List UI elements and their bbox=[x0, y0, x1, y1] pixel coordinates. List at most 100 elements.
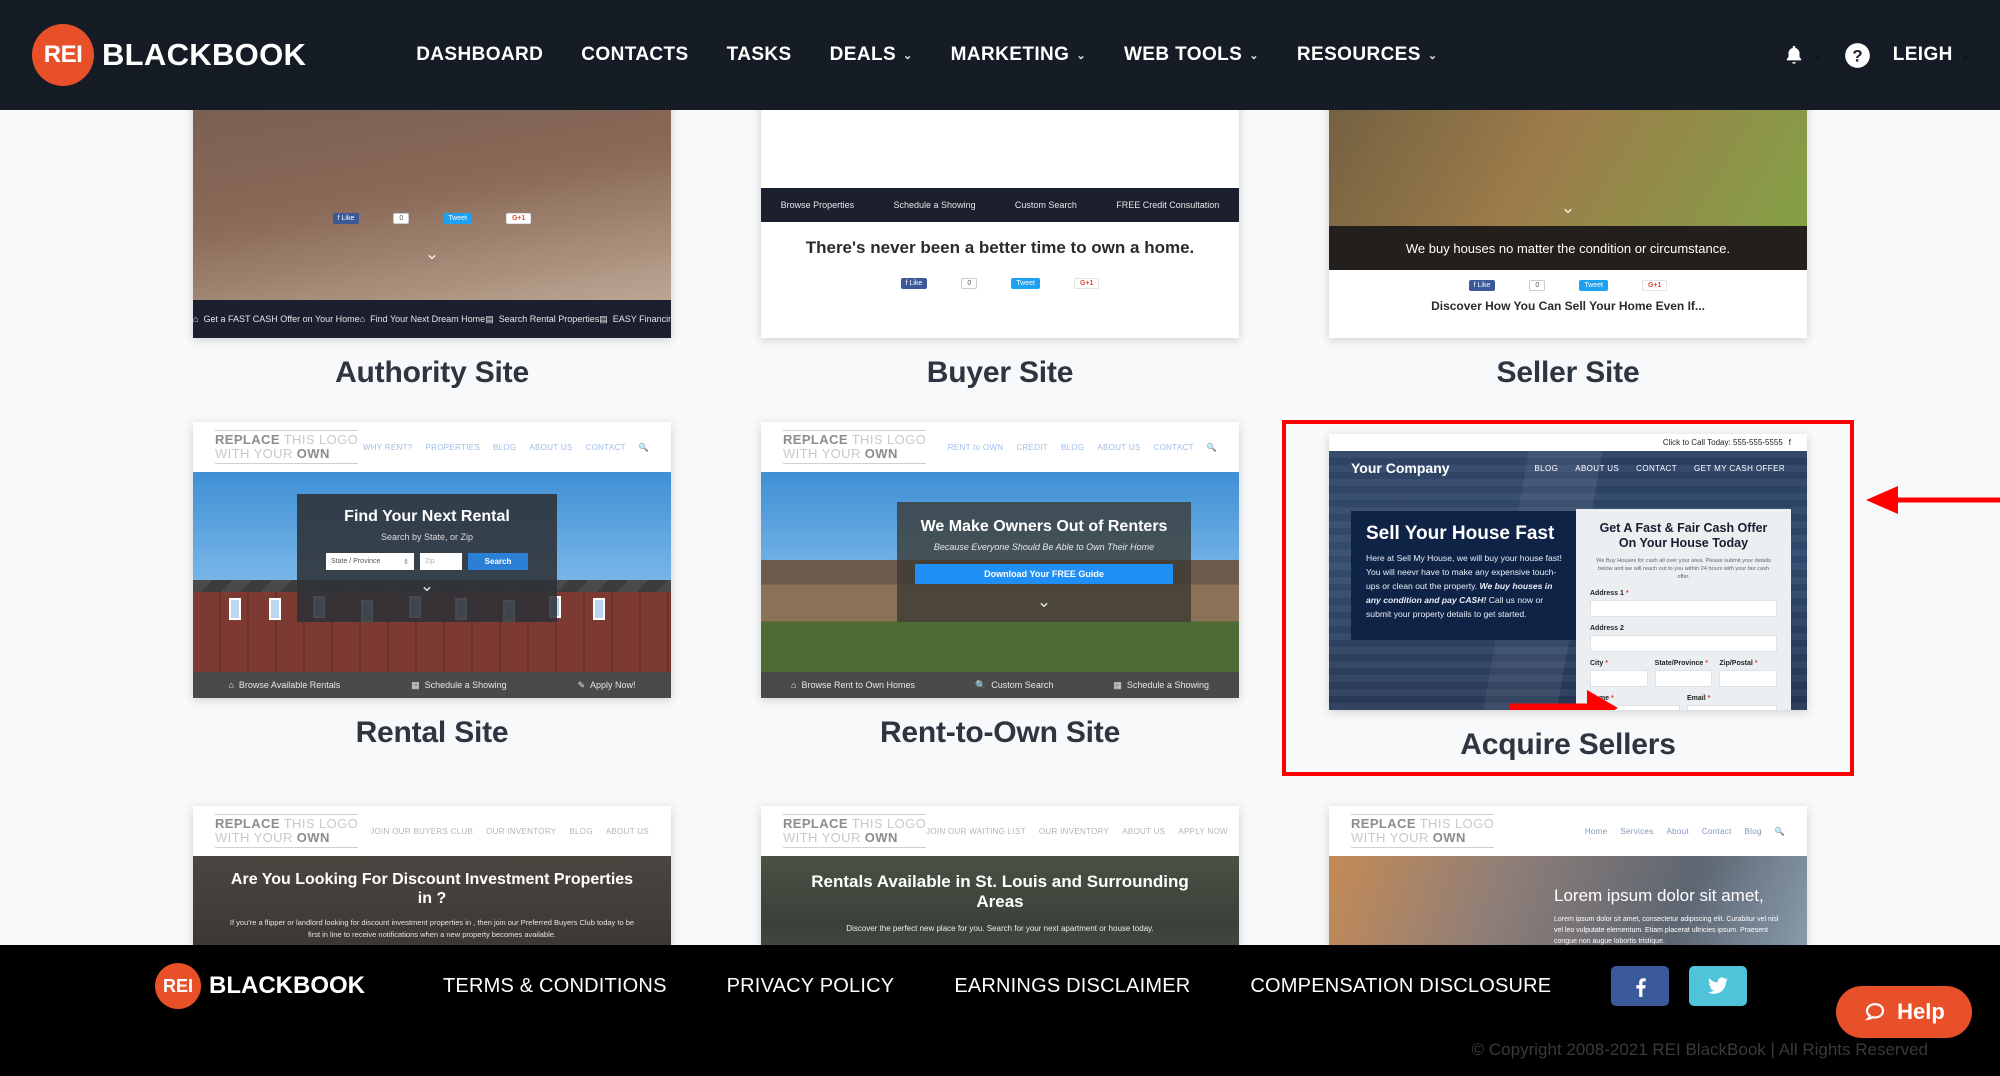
facebook-icon[interactable]: f bbox=[1789, 438, 1791, 447]
facebook-like-chip[interactable]: f Like bbox=[900, 278, 928, 289]
notifications-button[interactable]: ⌄ bbox=[1783, 43, 1822, 67]
click-to-call-text[interactable]: Click to Call Today: 555-555-5555 bbox=[1663, 438, 1783, 447]
site-card-seller[interactable]: ⌄ We buy houses no matter the condition … bbox=[1284, 110, 1852, 390]
nav-item[interactable]: ABOUT US bbox=[1575, 464, 1619, 473]
nav-item[interactable]: Blog bbox=[1745, 827, 1762, 836]
site-card-buyers-club[interactable]: REPLACE THIS LOGO WITH YOUR OWN JOIN OUR… bbox=[148, 806, 716, 945]
nav-item[interactable]: CONTACT bbox=[586, 443, 626, 452]
zip-input[interactable] bbox=[1719, 669, 1778, 687]
brand-logo[interactable]: REI BLACKBOOK bbox=[32, 24, 306, 86]
site-preview-rental[interactable]: REPLACE THIS LOGO WITH YOUR OWN WHY RENT… bbox=[193, 422, 671, 698]
nav-item[interactable]: PROPERTIES bbox=[426, 443, 480, 452]
nav-item[interactable]: Contact bbox=[1702, 827, 1732, 836]
twitter-tweet-chip[interactable]: Tweet bbox=[1011, 278, 1040, 289]
question-circle-icon[interactable]: ? bbox=[1844, 42, 1871, 69]
preview-site-nav: RENT to OWN CREDIT BLOG ABOUT US CONTACT… bbox=[948, 443, 1217, 452]
google-plus-chip[interactable]: G+1 bbox=[1641, 280, 1668, 291]
nav-item[interactable]: OUR INVENTORY bbox=[1039, 827, 1109, 836]
google-plus-chip[interactable]: G+1 bbox=[505, 213, 532, 224]
user-menu[interactable]: LEIGH ⌄ bbox=[1893, 44, 1970, 66]
search-icon[interactable]: 🔍 bbox=[1207, 443, 1217, 452]
nav-item-dashboard[interactable]: DASHBOARD bbox=[416, 44, 543, 66]
search-button[interactable]: Search bbox=[468, 553, 528, 570]
nav-item[interactable]: CONTACT bbox=[1636, 464, 1677, 473]
feature-item: ⌂ Browse Available Rentals bbox=[228, 680, 341, 690]
nav-item[interactable]: Services bbox=[1620, 827, 1653, 836]
replace-logo-placeholder: REPLACE THIS LOGO WITH YOUR OWN bbox=[783, 428, 927, 466]
nav-item[interactable]: JOIN OUR WAITING LIST bbox=[926, 827, 1026, 836]
help-chat-button[interactable]: Help bbox=[1836, 986, 1972, 1038]
form-subtitle: We Buy Houses for cash all over your are… bbox=[1596, 557, 1771, 580]
nav-item[interactable]: ABOUT US bbox=[529, 443, 572, 452]
scroll-chevron-icon: ⌄ bbox=[419, 576, 435, 595]
nav-item[interactable]: RENT to OWN bbox=[948, 443, 1004, 452]
state-select[interactable] bbox=[1654, 669, 1713, 687]
nav-item[interactable]: BLOG bbox=[493, 443, 516, 452]
nav-item[interactable]: BLOG bbox=[1061, 443, 1084, 452]
site-preview-seller[interactable]: ⌄ We buy houses no matter the condition … bbox=[1329, 110, 1807, 338]
nav-item[interactable]: ABOUT US bbox=[1122, 827, 1165, 836]
download-guide-button[interactable]: Download Your FREE Guide bbox=[915, 564, 1173, 584]
site-card-title: Buyer Site bbox=[926, 356, 1074, 389]
facebook-like-chip[interactable]: f Like bbox=[332, 213, 360, 224]
nav-item-deals[interactable]: DEALS ⌄ bbox=[830, 44, 913, 66]
nav-item[interactable]: ABOUT US bbox=[1097, 443, 1140, 452]
hero-title: We Make Owners Out of Renters bbox=[920, 518, 1168, 535]
nav-item-tasks[interactable]: TASKS bbox=[727, 44, 792, 66]
nav-item[interactable]: Home bbox=[1585, 827, 1608, 836]
nav-item[interactable]: ABOUT US bbox=[606, 827, 649, 836]
nav-item[interactable]: GET MY CASH OFFER bbox=[1694, 464, 1785, 473]
nav-item[interactable]: JOIN OUR BUYERS CLUB bbox=[370, 827, 473, 836]
nav-item[interactable]: About bbox=[1666, 827, 1688, 836]
zip-input[interactable]: Zip bbox=[420, 553, 462, 570]
preview-hero: Your Company BLOG ABOUT US CONTACT GET M… bbox=[1329, 451, 1807, 710]
google-plus-chip[interactable]: G+1 bbox=[1073, 278, 1100, 289]
chevron-down-icon: ⌄ bbox=[1249, 49, 1259, 62]
site-preview-lorem[interactable]: REPLACE THIS LOGO WITH YOUR OWN Home Ser… bbox=[1329, 806, 1807, 945]
nav-item[interactable]: BLOG bbox=[569, 827, 592, 836]
address1-input[interactable] bbox=[1590, 599, 1777, 617]
site-card-rent-to-own[interactable]: REPLACE THIS LOGO WITH YOUR OWN RENT to … bbox=[716, 422, 1284, 774]
nav-item[interactable]: CREDIT bbox=[1016, 443, 1048, 452]
twitter-tweet-chip[interactable]: Tweet bbox=[443, 213, 472, 224]
site-card-acquire-sellers[interactable]: Click to Call Today: 555-555-5555 f Your… bbox=[1282, 420, 1854, 776]
site-preview-authority[interactable]: f Like 0 Tweet G+1 ⌄ ⌂ Get a FAST CASH O… bbox=[193, 110, 671, 338]
site-preview-buyers-club[interactable]: REPLACE THIS LOGO WITH YOUR OWN JOIN OUR… bbox=[193, 806, 671, 945]
address2-input[interactable] bbox=[1590, 634, 1777, 652]
scroll-chevron-icon: ⌄ bbox=[424, 244, 440, 263]
hero-copy-panel: Sell Your House Fast Here at Sell My Hou… bbox=[1351, 511, 1618, 710]
form-title: Get A Fast & Fair Cash Offer On Your Hou… bbox=[1599, 521, 1768, 550]
nav-item-web-tools[interactable]: WEB TOOLS ⌄ bbox=[1124, 44, 1259, 66]
site-card-rental[interactable]: REPLACE THIS LOGO WITH YOUR OWN WHY RENT… bbox=[148, 422, 716, 774]
city-input[interactable] bbox=[1590, 669, 1648, 687]
facebook-button[interactable] bbox=[1611, 966, 1670, 1006]
nav-item[interactable]: WHY RENT? bbox=[363, 443, 413, 452]
footer-link-terms[interactable]: TERMS & CONDITIONS bbox=[443, 975, 667, 998]
facebook-like-chip[interactable]: f Like bbox=[1468, 280, 1496, 291]
search-icon[interactable]: 🔍 bbox=[1775, 827, 1785, 836]
nav-item[interactable]: CONTACT bbox=[1154, 443, 1194, 452]
site-card-buyer[interactable]: Browse Properties Schedule a Showing Cus… bbox=[716, 110, 1284, 390]
nav-item-contacts[interactable]: CONTACTS bbox=[581, 44, 688, 66]
state-select[interactable]: State / Province ⇳ bbox=[326, 553, 414, 570]
footer-link-earnings-disclaimer[interactable]: EARNINGS DISCLAIMER bbox=[954, 975, 1190, 998]
feature-item: ⌂ Browse Rent to Own Homes bbox=[791, 680, 916, 690]
email-input[interactable] bbox=[1687, 704, 1777, 710]
nav-item[interactable]: OUR INVENTORY bbox=[486, 827, 556, 836]
site-card-authority[interactable]: f Like 0 Tweet G+1 ⌄ ⌂ Get a FAST CASH O… bbox=[148, 110, 716, 390]
footer-link-privacy[interactable]: PRIVACY POLICY bbox=[727, 975, 895, 998]
site-card-rentals-stlouis[interactable]: REPLACE THIS LOGO WITH YOUR OWN JOIN OUR… bbox=[716, 806, 1284, 945]
search-icon[interactable]: 🔍 bbox=[639, 443, 649, 452]
nav-item[interactable]: BLOG bbox=[1534, 464, 1558, 473]
footer-link-compensation-disclosure[interactable]: COMPENSATION DISCLOSURE bbox=[1250, 975, 1551, 998]
site-preview-buyer[interactable]: Browse Properties Schedule a Showing Cus… bbox=[761, 110, 1239, 338]
site-preview-rentals-stlouis[interactable]: REPLACE THIS LOGO WITH YOUR OWN JOIN OUR… bbox=[761, 806, 1239, 945]
site-card-lorem[interactable]: REPLACE THIS LOGO WITH YOUR OWN Home Ser… bbox=[1284, 806, 1852, 945]
site-preview-rent-to-own[interactable]: REPLACE THIS LOGO WITH YOUR OWN RENT to … bbox=[761, 422, 1239, 698]
nav-item[interactable]: APPLY NOW bbox=[1178, 827, 1228, 836]
nav-item-resources[interactable]: RESOURCES ⌄ bbox=[1297, 44, 1438, 66]
site-preview-acquire-sellers[interactable]: Click to Call Today: 555-555-5555 f Your… bbox=[1329, 434, 1807, 710]
twitter-button[interactable] bbox=[1689, 966, 1748, 1006]
twitter-tweet-chip[interactable]: Tweet bbox=[1579, 280, 1608, 291]
nav-item-marketing[interactable]: MARKETING ⌄ bbox=[951, 44, 1086, 66]
